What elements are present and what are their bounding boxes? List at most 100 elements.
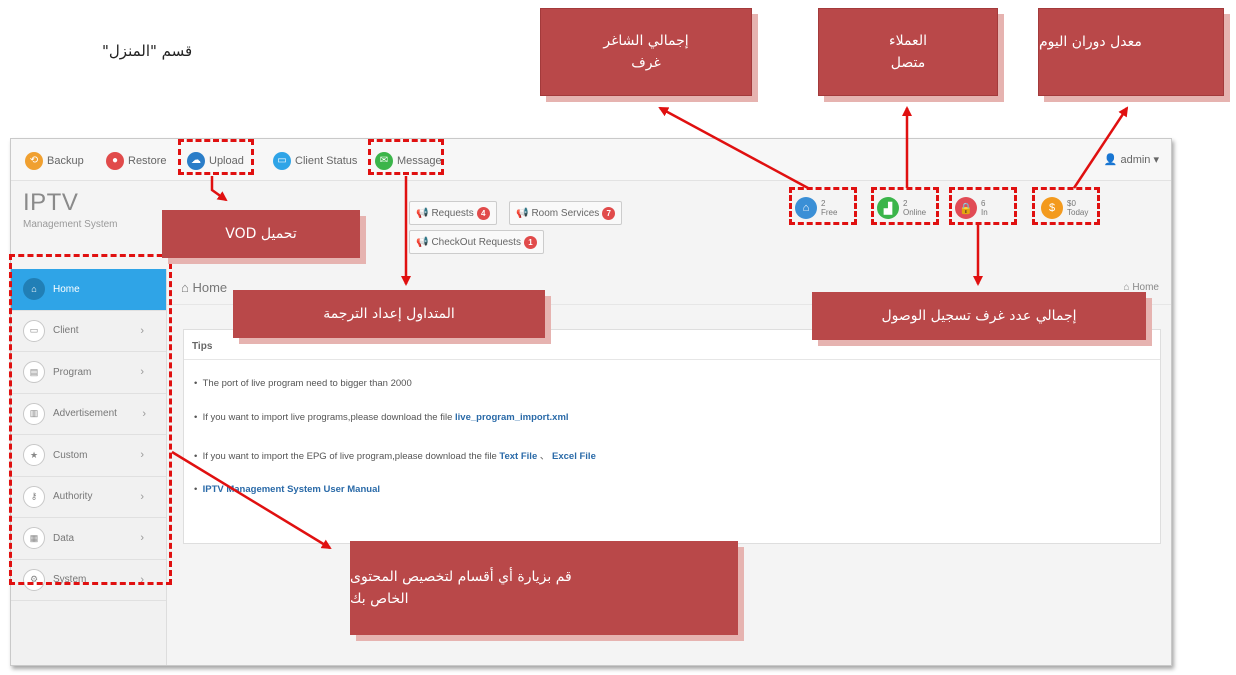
sidebar-item-authority[interactable]: ⚷ Authority › bbox=[11, 477, 166, 518]
tip-text: If you want to import the EPG of live pr… bbox=[202, 451, 500, 462]
sidebar-item-label: System bbox=[53, 574, 87, 586]
callout-line: إجمالي عدد غرف تسجيل الوصول bbox=[881, 307, 1077, 324]
sidebar-item-custom[interactable]: ★ Custom › bbox=[11, 435, 166, 477]
requests-button[interactable]: 📢 Requests 4 bbox=[409, 201, 497, 225]
upload-button[interactable]: ☁ Upload bbox=[187, 151, 244, 171]
chevron-right-icon: › bbox=[140, 324, 144, 337]
room-services-button[interactable]: 📢 Room Services 7 bbox=[509, 201, 623, 225]
brand-title: IPTV bbox=[23, 189, 79, 216]
lock-icon: 🔒 bbox=[955, 197, 977, 219]
user-icon: 👤 bbox=[1103, 154, 1121, 166]
monitor-icon: ▭ bbox=[273, 152, 291, 170]
sidebar-item-label: Authority bbox=[53, 491, 93, 503]
stat-online-clients[interactable]: ▟ 2 Online bbox=[877, 197, 926, 219]
admin-menu[interactable]: 👤 admin ▾ bbox=[1104, 153, 1159, 166]
tip-text: The port of live program need to bigger … bbox=[202, 378, 412, 389]
sidebar-item-system[interactable]: ⚙ System › bbox=[11, 560, 166, 601]
signal-icon: ▟ bbox=[877, 197, 899, 219]
callout-line: العملاء bbox=[889, 32, 927, 49]
annotated-screenshot: قسم "المنزل" إجمالي الشاغر غرف العملاء م… bbox=[0, 0, 1236, 675]
callout-visit-sections: قم بزيارة أي أقسام لتخصيص المحتوى الخاص … bbox=[350, 541, 738, 635]
sidebar-item-program[interactable]: ▤ Program › bbox=[11, 352, 166, 394]
tip-item: • IPTV Management System User Manual bbox=[194, 484, 380, 495]
stat-value: 6 bbox=[981, 199, 986, 208]
checkout-requests-button[interactable]: 📢 CheckOut Requests 1 bbox=[409, 230, 544, 254]
stat-free-rooms[interactable]: ⌂ 2 Free bbox=[795, 197, 837, 219]
home-icon: ⌂ bbox=[181, 280, 193, 295]
checkout-label: CheckOut Requests bbox=[431, 236, 521, 248]
stat-label: Free bbox=[821, 208, 838, 217]
chevron-right-icon: › bbox=[140, 490, 144, 503]
restore-button[interactable]: ● Restore bbox=[106, 151, 167, 171]
chevron-right-icon: › bbox=[140, 366, 144, 379]
home-icon: ⌂ bbox=[23, 278, 45, 301]
sidebar-item-label: Custom bbox=[53, 449, 88, 461]
sidebar: ⌂ Home ▭ Client › ▤ Program › ▥ Advertis… bbox=[11, 269, 167, 665]
callout-line: معدل دوران اليوم bbox=[1039, 34, 1142, 50]
page-title-text: Home bbox=[192, 280, 228, 295]
callout-line: الخاص بك bbox=[350, 591, 409, 607]
gear-icon: ⚙ bbox=[23, 568, 45, 591]
sidebar-item-label: Program bbox=[53, 366, 92, 378]
bar-chart-icon: ▦ bbox=[23, 527, 45, 550]
text-file-link[interactable]: Text File bbox=[499, 451, 537, 462]
message-button[interactable]: ✉ Message bbox=[375, 151, 442, 171]
page-caption: قسم "المنزل" bbox=[102, 42, 193, 60]
callout-line: تحميل VOD bbox=[225, 225, 297, 242]
stat-checkin-rooms[interactable]: 🔒 6 In bbox=[955, 197, 988, 219]
megaphone-icon: 📢 bbox=[516, 207, 529, 219]
megaphone-icon: 📢 bbox=[416, 207, 429, 219]
backup-icon: ⟲ bbox=[25, 152, 43, 170]
film-icon: ▤ bbox=[23, 361, 45, 384]
requests-badge: 4 bbox=[476, 206, 490, 220]
sidebar-item-label: Data bbox=[53, 532, 75, 544]
live-program-import-link[interactable]: live_program_import.xml bbox=[455, 412, 569, 423]
chevron-right-icon: › bbox=[142, 407, 146, 420]
stat-label: Online bbox=[903, 208, 927, 217]
tip-separator: 、 bbox=[537, 451, 553, 462]
callout-line: قم بزيارة أي أقسام لتخصيص المحتوى bbox=[350, 568, 572, 585]
sidebar-item-data[interactable]: ▦ Data › bbox=[11, 518, 166, 560]
money-icon: $ bbox=[1041, 197, 1063, 219]
sidebar-item-client[interactable]: ▭ Client › bbox=[11, 311, 166, 352]
backup-button[interactable]: ⟲ Backup bbox=[25, 151, 84, 171]
key-icon: ⚷ bbox=[23, 485, 45, 508]
callout-vod-upload: تحميل VOD bbox=[162, 210, 360, 258]
tip-item: • If you want to import live programs,pl… bbox=[194, 412, 569, 423]
sidebar-item-home[interactable]: ⌂ Home bbox=[11, 269, 166, 311]
callout-total-vacant-rooms: إجمالي الشاغر غرف bbox=[540, 8, 752, 96]
admin-label: admin ▾ bbox=[1120, 154, 1159, 166]
excel-file-link[interactable]: Excel File bbox=[552, 451, 596, 462]
sidebar-item-advertisement[interactable]: ▥ Advertisement › bbox=[11, 394, 166, 435]
chevron-right-icon: › bbox=[140, 449, 144, 462]
upload-label: Upload bbox=[209, 155, 244, 167]
top-toolbar: ⟲ Backup ● Restore ☁ Upload ▭ Client Sta… bbox=[11, 139, 1171, 181]
callout-checkin-rooms: إجمالي عدد غرف تسجيل الوصول bbox=[812, 292, 1146, 340]
monitor-icon: ▭ bbox=[23, 319, 45, 342]
client-status-label: Client Status bbox=[295, 155, 358, 167]
checkout-badge: 1 bbox=[523, 235, 537, 249]
stat-today-revenue[interactable]: $ $0 Today bbox=[1041, 197, 1088, 219]
sidebar-item-label: Client bbox=[53, 325, 79, 337]
callout-customers-online: العملاء متصل bbox=[818, 8, 998, 96]
sidebar-item-label: Advertisement bbox=[53, 408, 117, 420]
chevron-right-icon: › bbox=[140, 532, 144, 545]
callout-line: غرف bbox=[631, 55, 661, 71]
cloud-upload-icon: ☁ bbox=[187, 152, 205, 170]
stat-value: 2 bbox=[903, 199, 908, 208]
requests-label: Requests bbox=[431, 207, 474, 219]
tip-text: If you want to import live programs,plea… bbox=[202, 412, 456, 423]
message-label: Message bbox=[397, 155, 442, 167]
room-services-label: Room Services bbox=[531, 207, 600, 219]
callout-line: المتداول إعداد الترجمة bbox=[323, 305, 455, 322]
home-icon: ⌂ bbox=[795, 197, 817, 219]
stat-value: 2 bbox=[821, 199, 826, 208]
callout-today-turnover: معدل دوران اليوم bbox=[1038, 8, 1224, 96]
backup-label: Backup bbox=[47, 155, 84, 167]
tip-item: • The port of live program need to bigge… bbox=[194, 378, 412, 389]
client-status-button[interactable]: ▭ Client Status bbox=[273, 151, 357, 171]
stat-value: $0 bbox=[1067, 199, 1076, 208]
callout-subtitle-setting: المتداول إعداد الترجمة bbox=[233, 290, 545, 338]
chevron-right-icon: › bbox=[140, 573, 144, 586]
user-manual-link[interactable]: IPTV Management System User Manual bbox=[203, 484, 380, 495]
